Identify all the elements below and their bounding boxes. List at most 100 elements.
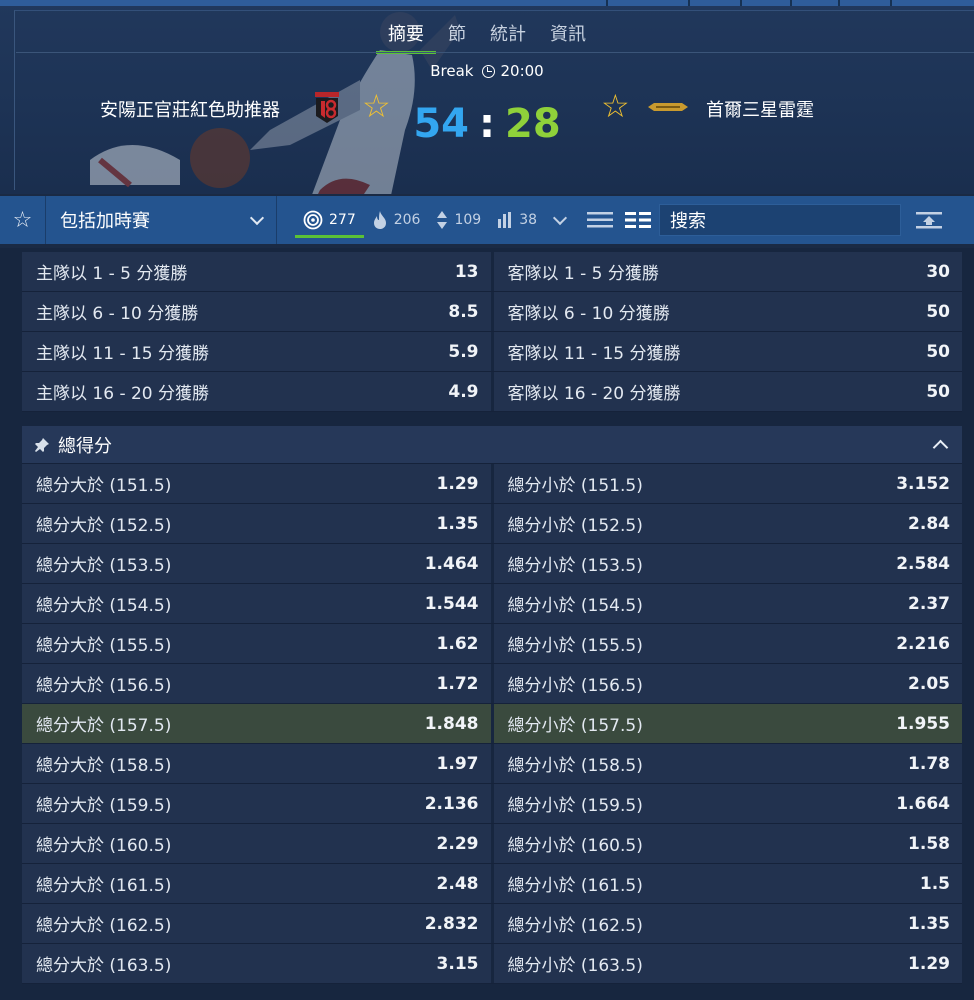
over-odds-button[interactable]: 主隊以 1 - 5 分獲勝 13 <box>22 252 494 291</box>
odds-row: 主隊以 11 - 15 分獲勝 5.9 客隊以 11 - 15 分獲勝 50 <box>22 332 962 372</box>
selection-label: 總分小於 (154.5) <box>507 596 643 616</box>
selection-label: 總分大於 (158.5) <box>36 756 172 776</box>
favorite-away-star-icon[interactable]: ☆ <box>601 90 630 122</box>
over-odds-button[interactable]: 總分大於 (163.5) 3.15 <box>22 944 494 983</box>
under-odds-button[interactable]: 客隊以 1 - 5 分獲勝 30 <box>493 252 962 291</box>
odds-value: 1.62 <box>436 633 479 654</box>
tab-quarters[interactable]: 節 <box>436 20 478 54</box>
over-odds-button[interactable]: 主隊以 11 - 15 分獲勝 5.9 <box>22 332 494 371</box>
total-points-rows: 總分大於 (151.5) 1.29 總分小於 (151.5) 3.152 總分大於 (1… <box>22 464 962 984</box>
selection-label: 主隊以 16 - 20 分獲勝 <box>36 384 210 404</box>
odds-row: 總分大於 (159.5) 2.136 總分小於 (159.5) 1.664 <box>22 784 962 824</box>
filter-handicap[interactable]: 109 <box>428 196 489 244</box>
odds-value: 5.9 <box>448 341 479 362</box>
over-odds-button[interactable]: 總分大於 (161.5) 2.48 <box>22 864 494 903</box>
under-odds-button[interactable]: 客隊以 6 - 10 分獲勝 50 <box>493 292 962 331</box>
tab-summary[interactable]: 摘要 <box>376 20 436 54</box>
odds-row: 總分大於 (152.5) 1.35 總分小於 (152.5) 2.84 <box>22 504 962 544</box>
over-odds-button[interactable]: 總分大於 (157.5) 1.848 <box>22 704 494 743</box>
odds-value: 2.37 <box>908 593 950 614</box>
odds-value: 2.48 <box>436 873 479 894</box>
total-points-header[interactable]: 總得分 <box>22 426 962 464</box>
over-odds-button[interactable]: 總分大於 (154.5) 1.544 <box>22 584 494 623</box>
pin-icon <box>35 437 49 452</box>
search-input[interactable]: 搜索 <box>659 204 902 236</box>
under-odds-button[interactable]: 總分小於 (153.5) 2.584 <box>493 544 962 583</box>
odds-value: 1.664 <box>896 793 950 814</box>
over-odds-button[interactable]: 總分大於 (152.5) 1.35 <box>22 504 494 543</box>
selection-label: 總分大於 (162.5) <box>36 916 172 936</box>
odds-value: 1.29 <box>908 953 950 974</box>
over-odds-button[interactable]: 總分大於 (162.5) 2.832 <box>22 904 494 943</box>
odds-value: 50 <box>926 341 950 362</box>
selection-label: 主隊以 11 - 15 分獲勝 <box>36 344 210 364</box>
under-odds-button[interactable]: 總分小於 (160.5) 1.58 <box>493 824 962 863</box>
over-odds-button[interactable]: 總分大於 (151.5) 1.29 <box>22 464 494 503</box>
over-odds-button[interactable]: 總分大於 (160.5) 2.29 <box>22 824 494 863</box>
home-score: 54 <box>413 101 469 147</box>
away-score: 28 <box>505 101 561 147</box>
total-points-market: 總得分 總分大於 (151.5) 1.29 總分小於 (151.5) 3.152 總分大… <box>22 426 962 984</box>
more-filters-chevron-icon[interactable] <box>552 210 568 226</box>
over-odds-button[interactable]: 主隊以 16 - 20 分獲勝 4.9 <box>22 372 494 411</box>
odds-row: 總分大於 (154.5) 1.544 總分小於 (154.5) 2.37 <box>22 584 962 624</box>
selection-label: 總分小於 (161.5) <box>507 876 643 896</box>
selection-label: 總分大於 (153.5) <box>36 556 172 576</box>
under-odds-button[interactable]: 總分小於 (157.5) 1.955 <box>493 704 962 743</box>
under-odds-button[interactable]: 總分小於 (158.5) 1.78 <box>493 744 962 783</box>
under-odds-button[interactable]: 總分小於 (156.5) 2.05 <box>493 664 962 703</box>
under-odds-button[interactable]: 總分小於 (152.5) 2.84 <box>493 504 962 543</box>
period-status: Break <box>430 62 474 80</box>
filter-all-count: 277 <box>329 212 356 228</box>
favorites-star-icon[interactable]: ☆ <box>0 196 46 244</box>
over-odds-button[interactable]: 總分大於 (155.5) 1.62 <box>22 624 494 663</box>
odds-value: 1.72 <box>436 673 479 694</box>
odds-row: 總分大於 (155.5) 1.62 總分小於 (155.5) 2.216 <box>22 624 962 664</box>
selection-label: 總分小於 (162.5) <box>507 916 643 936</box>
overtime-selector[interactable]: 包括加時賽 <box>46 196 276 244</box>
odds-value: 1.955 <box>896 713 950 734</box>
tab-info[interactable]: 資訊 <box>538 20 598 54</box>
odds-value: 1.97 <box>436 753 479 774</box>
bar-chart-icon <box>498 212 512 228</box>
collapse-all-button[interactable] <box>909 196 949 244</box>
over-odds-button[interactable]: 總分大於 (156.5) 1.72 <box>22 664 494 703</box>
odds-value: 2.84 <box>908 513 950 534</box>
under-odds-button[interactable]: 總分小於 (159.5) 1.664 <box>493 784 962 823</box>
filter-stats[interactable]: 38 <box>489 196 545 244</box>
selection-label: 總分大於 (159.5) <box>36 796 172 816</box>
over-odds-button[interactable]: 主隊以 6 - 10 分獲勝 8.5 <box>22 292 494 331</box>
odds-value: 1.35 <box>908 913 950 934</box>
under-odds-button[interactable]: 總分小於 (155.5) 2.216 <box>493 624 962 663</box>
selection-label: 總分大於 (157.5) <box>36 716 172 736</box>
list-view-button[interactable] <box>581 196 619 244</box>
column-view-button[interactable] <box>619 196 657 244</box>
under-odds-button[interactable]: 總分小於 (163.5) 1.29 <box>493 944 962 983</box>
filter-all-markets[interactable]: 277 <box>295 196 364 244</box>
over-odds-button[interactable]: 總分大於 (158.5) 1.97 <box>22 744 494 783</box>
tab-statistics[interactable]: 統計 <box>478 20 538 54</box>
under-odds-button[interactable]: 總分小於 (151.5) 3.152 <box>493 464 962 503</box>
under-odds-button[interactable]: 總分小於 (161.5) 1.5 <box>493 864 962 903</box>
selection-label: 總分大於 (151.5) <box>36 476 172 496</box>
chevron-up-icon[interactable] <box>932 439 949 456</box>
match-status: Break 20:00 <box>0 62 974 80</box>
selection-label: 總分小於 (155.5) <box>507 636 643 656</box>
tab-divider <box>16 52 974 53</box>
selection-label: 總分大於 (152.5) <box>36 516 172 536</box>
odds-value: 1.544 <box>424 593 479 614</box>
odds-row: 總分大於 (163.5) 3.15 總分小於 (163.5) 1.29 <box>22 944 962 984</box>
over-odds-button[interactable]: 總分大於 (159.5) 2.136 <box>22 784 494 823</box>
over-odds-button[interactable]: 總分大於 (153.5) 1.464 <box>22 544 494 583</box>
filter-handicap-count: 109 <box>454 212 482 228</box>
under-odds-button[interactable]: 總分小於 (162.5) 1.35 <box>493 904 962 943</box>
under-odds-button[interactable]: 客隊以 16 - 20 分獲勝 50 <box>493 372 962 411</box>
selection-label: 主隊以 6 - 10 分獲勝 <box>36 304 199 324</box>
odds-value: 1.5 <box>919 873 950 894</box>
under-odds-button[interactable]: 總分小於 (154.5) 2.37 <box>493 584 962 623</box>
sort-arrows-icon <box>437 211 448 229</box>
under-odds-button[interactable]: 客隊以 11 - 15 分獲勝 50 <box>493 332 962 371</box>
odds-value: 1.35 <box>436 513 479 534</box>
odds-row: 總分大於 (157.5) 1.848 總分小於 (157.5) 1.955 <box>22 704 962 744</box>
filter-popular[interactable]: 206 <box>364 196 429 244</box>
